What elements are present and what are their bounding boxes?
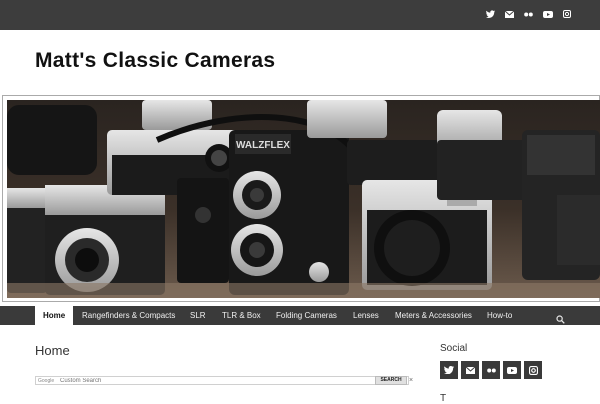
flickr-icon[interactable] <box>482 361 500 379</box>
walzflex-label: WALZFLEX <box>236 140 290 151</box>
page-title: Home <box>35 343 70 358</box>
youtube-icon[interactable] <box>503 361 521 379</box>
mail-icon[interactable] <box>461 361 479 379</box>
twitter-icon[interactable] <box>440 361 458 379</box>
nav-item-home[interactable]: Home <box>35 306 74 326</box>
nav-item-rangefinders-compacts[interactable]: Rangefinders & Compacts <box>74 306 183 325</box>
site-title[interactable]: Matt's Classic Cameras <box>35 49 275 73</box>
nav-item-tlr-box[interactable]: TLR & Box <box>214 306 269 325</box>
flickr-icon[interactable] <box>523 8 534 20</box>
instagram-icon[interactable] <box>561 8 572 20</box>
sidebar-social-links <box>440 361 542 379</box>
top-bar <box>0 0 600 30</box>
header-image: WALZFLEX <box>7 100 600 298</box>
youtube-icon[interactable] <box>542 8 553 20</box>
main-navigation: Home Rangefinders & Compacts SLR TLR & B… <box>0 306 600 326</box>
search-button[interactable]: SEARCH <box>375 376 407 385</box>
search-icon[interactable] <box>556 311 566 324</box>
mail-icon[interactable] <box>504 8 515 20</box>
nav-item-lenses[interactable]: Lenses <box>345 306 387 325</box>
nav-item-folding-cameras[interactable]: Folding Cameras <box>268 306 345 325</box>
google-brand-label: Google <box>38 378 55 384</box>
clear-search-icon[interactable]: × <box>409 376 413 385</box>
top-social-links <box>485 8 572 20</box>
custom-search-box: Google SEARCH × <box>35 376 413 385</box>
nav-item-meters-accessories[interactable]: Meters & Accessories <box>387 306 480 325</box>
nav-item-slr[interactable]: SLR <box>182 306 214 325</box>
twitter-icon[interactable] <box>485 8 496 20</box>
nav-item-how-to[interactable]: How-to <box>479 306 520 325</box>
search-input[interactable] <box>60 377 370 384</box>
sidebar-social-title: Social <box>440 343 468 354</box>
instagram-icon[interactable] <box>524 361 542 379</box>
sidebar-next-heading: T <box>440 393 447 404</box>
